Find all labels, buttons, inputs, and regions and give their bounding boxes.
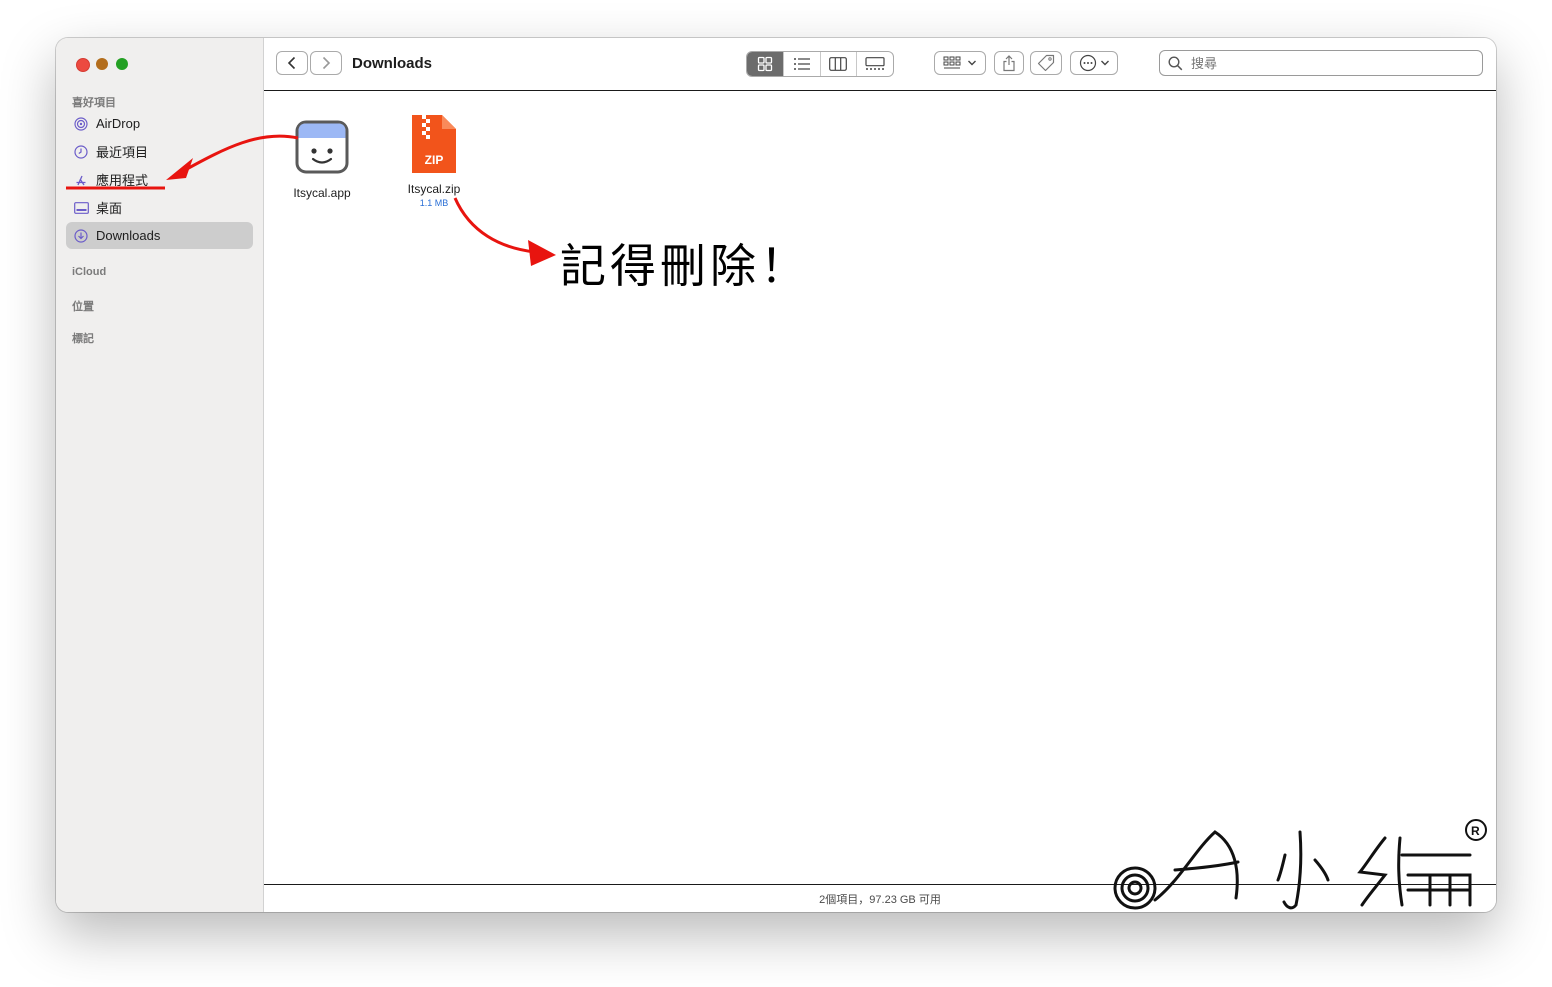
- toolbar: Downloads: [264, 38, 1496, 91]
- file-item-itsycal-app[interactable]: Itsycal.app: [267, 119, 377, 200]
- desktop-icon: [66, 201, 96, 214]
- search-input[interactable]: [1189, 54, 1463, 72]
- chevron-left-icon: [287, 56, 296, 70]
- sidebar-item-label: Downloads: [96, 228, 161, 243]
- column-view-button[interactable]: [821, 52, 858, 76]
- locations-header[interactable]: 位置: [72, 298, 94, 314]
- minimize-window-button[interactable]: [96, 58, 108, 70]
- zip-badge: ZIP: [425, 153, 444, 167]
- gallery-view-button[interactable]: [857, 52, 893, 76]
- search-field[interactable]: [1159, 50, 1483, 76]
- sidebar-item-label: 應用程式: [96, 173, 149, 188]
- window-title: Downloads: [352, 55, 433, 72]
- status-bar: 2個項目，97.23 GB 可用: [264, 884, 1496, 912]
- view-mode-control: [746, 51, 894, 77]
- more-actions-button[interactable]: [1070, 51, 1118, 75]
- sidebar-item-desktop[interactable]: 桌面: [66, 194, 253, 221]
- back-button[interactable]: [276, 51, 308, 75]
- share-icon: [1003, 54, 1015, 71]
- downloads-icon: [66, 228, 96, 243]
- grid-icon: [757, 56, 773, 72]
- clock-icon: [66, 144, 96, 159]
- tags-header[interactable]: 標記: [72, 330, 94, 346]
- finder-window: 喜好項目 AirDrop 最近項目 應用程式 桌面 Downloads iClo…: [56, 38, 1496, 912]
- file-item-itsycal-zip[interactable]: ZIP Itsycal.zip 1.1 MB: [379, 113, 489, 208]
- search-icon: [1168, 55, 1183, 70]
- group-grid-icon: [943, 56, 961, 69]
- list-view-button[interactable]: [784, 52, 821, 76]
- favorites-header: 喜好項目: [72, 97, 116, 109]
- tag-button[interactable]: [1030, 51, 1062, 75]
- sidebar-item-label: 最近項目: [96, 145, 149, 160]
- sidebar-item-applications[interactable]: 應用程式: [66, 166, 253, 193]
- sidebar-item-airdrop[interactable]: AirDrop: [66, 110, 253, 137]
- sidebar-item-downloads[interactable]: Downloads: [66, 222, 253, 249]
- sidebar-item-label: AirDrop: [96, 116, 141, 131]
- file-size: 1.1 MB: [419, 198, 449, 208]
- sidebar: 喜好項目 AirDrop 最近項目 應用程式 桌面 Downloads iClo…: [56, 38, 264, 912]
- itsycal-app-icon: [295, 120, 349, 174]
- share-button[interactable]: [994, 51, 1024, 75]
- status-text: 2個項目，97.23 GB 可用: [819, 893, 941, 906]
- file-name: Itsycal.zip: [407, 182, 461, 196]
- list-icon: [793, 58, 810, 70]
- sidebar-item-label: 桌面: [96, 201, 123, 216]
- file-area: Itsycal.app ZIP Itsycal.zip 1.1 MB: [264, 91, 1496, 884]
- group-by-button[interactable]: [934, 51, 986, 75]
- icon-view-button[interactable]: [747, 52, 784, 76]
- applications-icon: [66, 173, 96, 187]
- chevron-down-icon: [968, 60, 976, 66]
- tag-icon: [1037, 54, 1055, 72]
- file-name: Itsycal.app: [293, 186, 351, 200]
- airdrop-icon: [66, 116, 96, 131]
- close-window-button[interactable]: [76, 58, 90, 72]
- ellipsis-circle-icon: [1079, 54, 1096, 72]
- columns-icon: [829, 57, 848, 71]
- zip-archive-icon: ZIP: [412, 115, 456, 173]
- zoom-window-button[interactable]: [116, 58, 128, 70]
- sidebar-item-recents[interactable]: 最近項目: [66, 138, 253, 165]
- forward-button[interactable]: [310, 51, 342, 75]
- chevron-down-icon: [1100, 60, 1109, 66]
- chevron-right-icon: [322, 56, 331, 70]
- icloud-header[interactable]: iCloud: [72, 266, 106, 278]
- annotation-note: 記得刪除！: [560, 239, 810, 293]
- gallery-icon: [865, 57, 885, 70]
